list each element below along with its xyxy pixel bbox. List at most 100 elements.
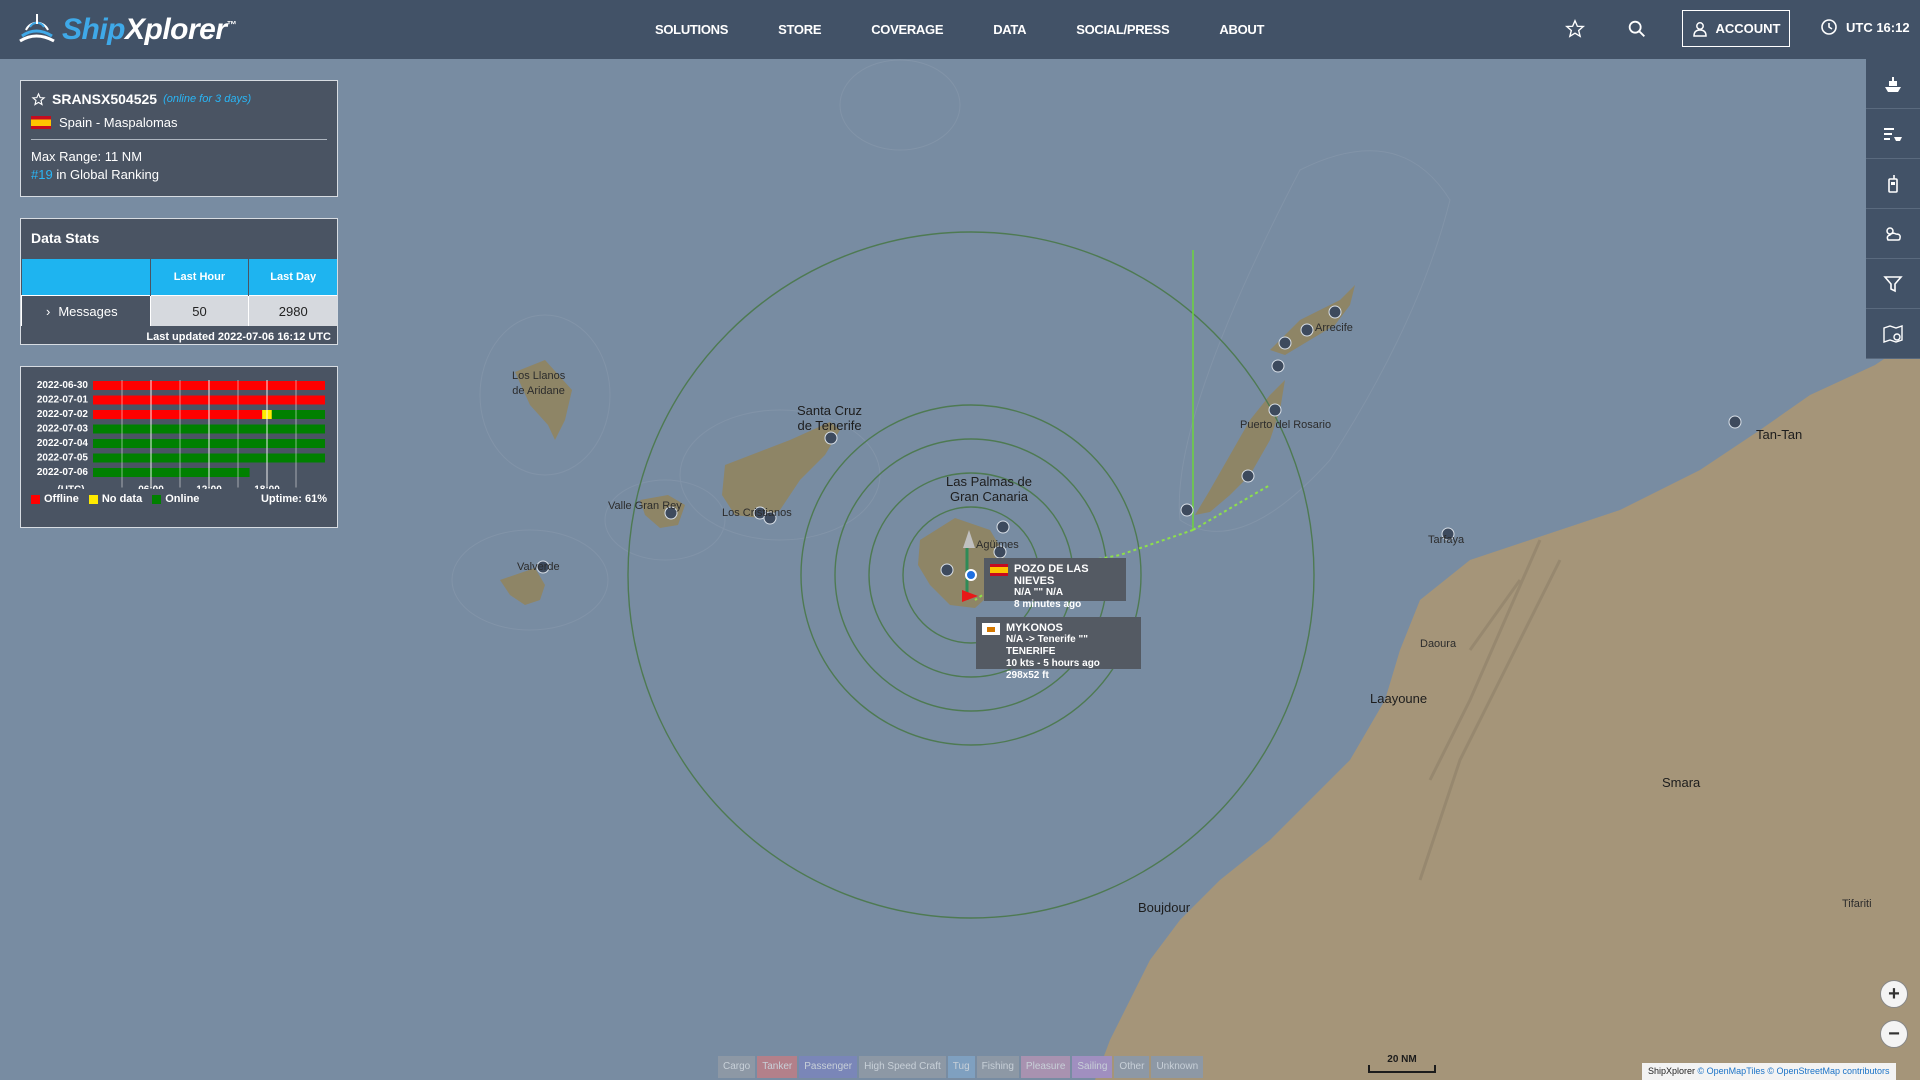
stats-row-label[interactable]: › Messages: [21, 295, 150, 326]
legend-online: Online: [152, 493, 199, 505]
vessel-name: POZO DE LAS NIEVES: [1014, 563, 1089, 587]
station-rank-text: in Global Ranking: [52, 167, 159, 182]
vessel-dims: 298x52 ft: [1006, 670, 1049, 681]
stats-row-messages[interactable]: › Messages 50 2980: [21, 295, 337, 326]
filter-chip-fishing[interactable]: Fishing: [976, 1056, 1019, 1078]
nav-item-coverage[interactable]: COVERAGE: [871, 22, 943, 37]
uptime-segment-offline: [93, 410, 263, 419]
map-scale: 20 NM: [1368, 1054, 1436, 1073]
attribution-openmaptiles-link[interactable]: © OpenMapTiles: [1695, 1066, 1765, 1076]
scale-bar: [1368, 1065, 1436, 1073]
star-icon[interactable]: [1564, 18, 1586, 40]
station-id: SRANSX504525: [52, 91, 158, 107]
uptime-axis-label: 18:00: [254, 485, 280, 490]
vessel-popup-pozo[interactable]: POZO DE LAS NIEVES N/A "" N/A 8 minutes …: [984, 558, 1126, 610]
stats-row-label-text: Messages: [58, 303, 118, 319]
map-label-tan-tan: Tan-Tan: [1756, 427, 1803, 442]
filter-chip-high-speed-craft[interactable]: High Speed Craft: [859, 1056, 946, 1078]
radio-icon: [1888, 174, 1898, 193]
map-label-laayoune: Laayoune: [1370, 691, 1428, 706]
zoom-out-button[interactable]: −: [1880, 1020, 1908, 1048]
filter-chip-other[interactable]: Other: [1114, 1056, 1150, 1078]
attribution-osm-link[interactable]: © OpenStreetMap contributors: [1765, 1066, 1889, 1076]
ship-icon: [1885, 76, 1901, 92]
nav-item-store[interactable]: STORE: [778, 22, 821, 37]
utc-clock: UTC 16:12: [1820, 18, 1910, 36]
stats-last-hour-value: 50: [149, 295, 249, 326]
vessel-route: N/A -> Tenerife "" TENERIFE: [1006, 634, 1088, 657]
nav-item-social-press[interactable]: SOCIAL/PRESS: [1076, 22, 1170, 37]
map-attribution: ShipXplorer © OpenMapTiles © OpenStreetM…: [1642, 1063, 1896, 1080]
filter-icon: [1883, 275, 1903, 292]
brand-name: ShipXplorer™: [62, 13, 237, 46]
map-label-smara: Smara: [1662, 775, 1701, 790]
uptime-axis-label: 06:00: [138, 485, 164, 490]
uptime-date-label: 2022-07-05: [37, 453, 89, 464]
map-label-puerto-del-rosario: Puerto del Rosario: [1240, 419, 1332, 431]
nav-item-solutions[interactable]: SOLUTIONS: [655, 22, 728, 37]
filter-chip-tug[interactable]: Tug: [947, 1056, 975, 1078]
uptime-date-label: 2022-07-01: [37, 395, 89, 406]
station-location: Spain - Maspalomas: [31, 115, 327, 130]
station-location-text: Spain - Maspalomas: [59, 115, 178, 130]
station-max-range: Max Range: 11 NM: [31, 149, 143, 164]
top-navbar: ShipXplorer™ SOLUTIONS STORE COVERAGE DATA S…: [0, 0, 1920, 59]
filter-chip-sailing[interactable]: Sailing: [1072, 1056, 1113, 1078]
ship-list-icon: [1884, 127, 1902, 141]
stats-header-last-day: Last Day: [248, 259, 337, 296]
weather-tool-button[interactable]: [1866, 209, 1920, 259]
account-button[interactable]: ACCOUNT: [1682, 10, 1790, 47]
ship-tool-button[interactable]: [1866, 59, 1920, 109]
map-settings-icon: [1883, 324, 1903, 343]
stats-header-blank: [21, 259, 150, 296]
uptime-axis-label: 12:00: [196, 485, 222, 490]
main-nav: SOLUTIONS STORE COVERAGE DATA SOCIAL/PRESS AB…: [655, 0, 1314, 59]
station-online-note: (online for 3 days): [163, 93, 252, 105]
right-toolbar: [1866, 59, 1920, 359]
filter-chip-pleasure[interactable]: Pleasure: [1020, 1056, 1071, 1078]
legend-nodata: No data: [88, 493, 142, 505]
legend-offline: Offline: [31, 493, 79, 505]
uptime-percentage: Uptime: 61%: [260, 493, 327, 505]
filter-tool-button[interactable]: [1866, 259, 1920, 309]
map-canvas[interactable]: Santa Cruz de Tenerife Las Palmas de Gra…: [0, 59, 1920, 1080]
chevron-right-icon: ›: [46, 303, 51, 319]
attribution-brand: ShipXplorer: [1648, 1066, 1696, 1076]
uptime-segment-online: [93, 468, 250, 477]
vessel-age: 8 minutes ago: [1014, 599, 1082, 610]
map-label-arrecife: Arrecife: [1315, 322, 1353, 334]
uptime-panel: 2022-06-30 2022-07-01 2022-07-02 2022-07-03…: [20, 366, 338, 528]
account-label: ACCOUNT: [1715, 21, 1781, 36]
uptime-chart: 2022-06-30 2022-07-01 2022-07-02 2022-07-03…: [37, 380, 325, 490]
user-icon: [1692, 21, 1707, 37]
filter-chip-tanker[interactable]: Tanker: [757, 1056, 798, 1078]
map-label-boujdour: Boujdour: [1138, 900, 1191, 915]
vessel-speed: 10 kts - 5 hours ago: [1006, 658, 1100, 669]
nav-item-about[interactable]: ABOUT: [1219, 22, 1264, 37]
filter-chip-unknown[interactable]: Unknown: [1151, 1056, 1204, 1078]
stats-updated: Last updated 2022-07-06 16:12 UTC: [21, 326, 337, 343]
vessel-popup-mykonos[interactable]: MYKONOS N/A -> Tenerife "" TENERIFE 10 k…: [976, 617, 1141, 681]
station-rank-link[interactable]: #19: [31, 167, 53, 182]
filter-chip-cargo[interactable]: Cargo: [718, 1056, 756, 1078]
stats-last-day-value: 2980: [248, 295, 337, 326]
ship-list-tool-button[interactable]: [1866, 109, 1920, 159]
station-ranking: #19 in Global Ranking: [31, 167, 327, 182]
map-label-valle-gran-rey: Valle Gran Rey: [608, 500, 682, 512]
search-icon[interactable]: [1626, 18, 1648, 40]
brand-logo[interactable]: ShipXplorer™: [16, 10, 237, 50]
data-stats-panel: Data Stats Last Hour Last Day › Messages …: [20, 218, 338, 345]
map-label-los-llanos: Los Llanos de Aridane: [512, 370, 566, 397]
flag-spain-icon: [31, 116, 51, 129]
radio-tool-button[interactable]: [1866, 159, 1920, 209]
nav-item-data[interactable]: DATA: [993, 22, 1026, 37]
uptime-legend: Offline No data Online Uptime: 61%: [31, 493, 327, 505]
map-label-tarfaya: Tarfaya: [1428, 534, 1465, 546]
map-settings-tool-button[interactable]: [1866, 309, 1920, 359]
station-panel: SRANSX504525 (online for 3 days) Spain -…: [20, 80, 338, 197]
utc-time: UTC 16:12: [1846, 19, 1910, 35]
map-label-los-cristianos: Los Cristianos: [722, 507, 792, 519]
filter-chip-passenger[interactable]: Passenger: [799, 1056, 858, 1078]
favorite-star-icon[interactable]: [31, 91, 46, 107]
zoom-in-button[interactable]: +: [1880, 980, 1908, 1008]
